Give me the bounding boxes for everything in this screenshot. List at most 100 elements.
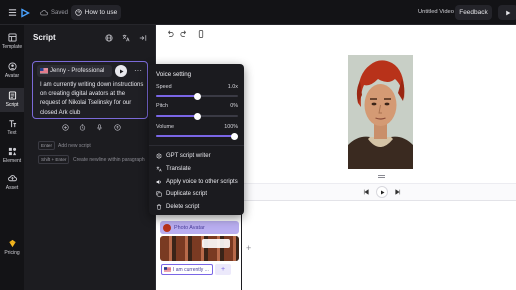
menu-item-label: GPT script writer xyxy=(166,153,211,159)
menu-divider xyxy=(149,145,244,146)
avatar-portrait-image xyxy=(348,55,413,169)
mobile-aspect-icon[interactable] xyxy=(196,29,206,39)
sidebar-item-asset[interactable]: Asset xyxy=(0,174,24,196)
speed-row: Speed 1.0x xyxy=(156,84,238,90)
avatar-preview[interactable] xyxy=(348,55,413,169)
asset-icon xyxy=(7,175,17,182)
add-script-icon[interactable] xyxy=(60,122,70,132)
pause-insert-icon[interactable] xyxy=(77,122,87,132)
redo-icon[interactable] xyxy=(179,29,189,39)
pitch-slider-fill xyxy=(156,115,197,117)
script-track-label: I am currently ... xyxy=(173,266,209,273)
speed-slider-handle[interactable] xyxy=(193,92,201,100)
pitch-slider-handle[interactable] xyxy=(193,112,201,120)
saved-label: Saved xyxy=(51,9,69,16)
script-track-chip[interactable]: I am currently ... xyxy=(161,264,213,275)
voice-setting-title: Voice setting xyxy=(156,71,192,78)
duplicate-script-item[interactable]: Duplicate script xyxy=(156,189,207,199)
translate-icon xyxy=(156,166,162,172)
volume-slider-handle[interactable] xyxy=(231,132,238,140)
skip-back-icon[interactable] xyxy=(362,187,370,196)
gpt-icon xyxy=(156,153,162,159)
sidebar-item-text[interactable]: Text xyxy=(0,119,24,141)
play-preview-button[interactable] xyxy=(498,5,516,20)
playhead[interactable] xyxy=(241,203,242,290)
volume-value: 100% xyxy=(224,124,238,130)
voice-name: Jenny - Professional xyxy=(50,68,105,74)
sidebar-item-label: Asset xyxy=(5,185,19,191)
pitch-slider[interactable] xyxy=(156,112,238,120)
help-icon xyxy=(75,9,82,16)
menu-item-label: Delete script xyxy=(166,204,200,210)
language-icon[interactable] xyxy=(103,32,114,43)
enter-hint: Add new script xyxy=(58,143,91,149)
avatar-icon xyxy=(7,62,17,71)
upload-audio-icon[interactable] xyxy=(112,122,122,132)
trash-icon xyxy=(156,204,162,210)
us-flag-icon xyxy=(164,267,171,272)
duplicate-icon xyxy=(156,191,162,197)
add-track-icon[interactable]: + xyxy=(246,243,251,253)
feedback-button[interactable]: Feedback xyxy=(455,5,492,20)
sidebar-item-label: Pricing xyxy=(4,250,20,256)
speed-label: Speed xyxy=(156,84,172,90)
speed-slider-fill xyxy=(156,95,197,97)
menu-item-label: Apply voice to other scripts xyxy=(166,179,238,185)
template-icon xyxy=(7,33,17,42)
text-icon xyxy=(8,120,16,128)
sidebar-item-script[interactable]: Script xyxy=(0,88,24,112)
skip-forward-icon[interactable] xyxy=(394,187,402,196)
voice-selector[interactable]: Jenny - Professional xyxy=(37,65,112,77)
panel-title: Script xyxy=(33,33,56,42)
script-icon xyxy=(8,91,16,100)
translate-icon[interactable] xyxy=(120,32,131,43)
menu-item-label: Duplicate script xyxy=(166,191,208,197)
translate-item[interactable]: Translate xyxy=(156,164,191,174)
avatar-video-track[interactable] xyxy=(160,236,239,261)
shift-enter-hint: Create newline within paragraph xyxy=(73,157,145,163)
undo-icon[interactable] xyxy=(165,29,175,39)
drag-handle-icon[interactable] xyxy=(378,175,385,178)
add-script-track-button[interactable]: + xyxy=(215,264,231,275)
how-to-use-label: How to use xyxy=(84,9,118,16)
photo-avatar-label: Photo Avatar xyxy=(174,224,205,231)
pricing-icon xyxy=(8,239,16,248)
sidebar-item-element[interactable]: Element xyxy=(0,147,24,169)
menu-item-label: Translate xyxy=(166,166,191,172)
logo-icon[interactable] xyxy=(18,6,31,19)
sidebar-item-label: Script xyxy=(5,102,19,108)
delete-script-item[interactable]: Delete script xyxy=(156,202,199,212)
voice-play-button[interactable] xyxy=(115,65,127,77)
sidebar-item-pricing[interactable]: Pricing xyxy=(0,239,24,261)
play-icon xyxy=(380,190,384,194)
sidebar-item-label: Template xyxy=(1,44,23,50)
speed-slider[interactable] xyxy=(156,92,238,100)
apply-voice-icon xyxy=(156,179,161,185)
microphone-icon[interactable] xyxy=(94,122,104,132)
sidebar-item-avatar[interactable]: Avatar xyxy=(0,62,24,84)
pitch-row: Pitch 0% xyxy=(156,103,238,109)
volume-slider[interactable] xyxy=(156,132,238,140)
enter-keycap: Enter xyxy=(38,141,55,150)
sidebar-item-label: Element xyxy=(2,158,22,164)
project-title[interactable]: Untitled Video xyxy=(418,9,454,15)
gpt-script-writer-item[interactable]: GPT script writer xyxy=(156,151,211,161)
avatar-thumbnail xyxy=(163,223,171,232)
clip-toolbar[interactable] xyxy=(202,239,230,248)
sidebar-item-template[interactable]: Template xyxy=(0,33,24,55)
apply-voice-item[interactable]: Apply voice to other scripts xyxy=(156,177,238,187)
speed-value: 1.0x xyxy=(227,84,238,90)
play-icon xyxy=(506,10,511,15)
more-options-icon[interactable]: ··· xyxy=(133,66,143,76)
collapse-panel-icon[interactable] xyxy=(137,32,148,43)
sidebar-item-label: Avatar xyxy=(4,73,20,79)
timeline-play-button[interactable] xyxy=(376,186,388,198)
how-to-use-button[interactable]: How to use xyxy=(71,5,121,20)
left-sidebar: Template Avatar Script Text Element Asse… xyxy=(0,25,24,290)
volume-slider-fill xyxy=(156,135,238,137)
play-icon xyxy=(119,69,123,73)
script-text[interactable]: I am currently writing down instructions… xyxy=(40,81,144,118)
photo-avatar-track[interactable]: Photo Avatar xyxy=(160,221,239,234)
shift-enter-keycap: Shift + Enter xyxy=(38,155,70,164)
pitch-value: 0% xyxy=(230,103,238,109)
